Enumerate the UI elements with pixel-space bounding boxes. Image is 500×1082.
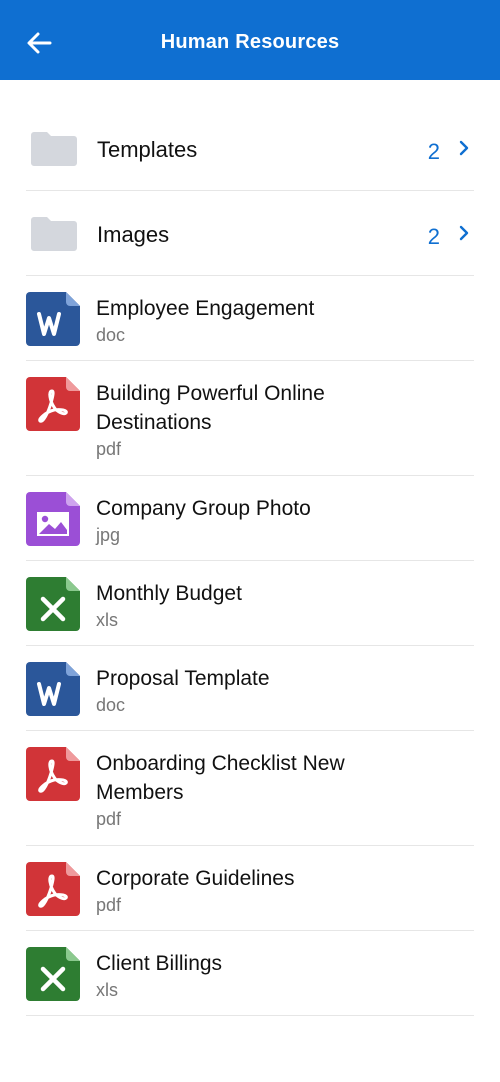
folder-icon [31, 132, 77, 166]
file-row[interactable]: Employee Engagement doc [26, 276, 474, 361]
file-text: Company Group Photo jpg [96, 494, 456, 547]
pdf-icon [26, 747, 80, 801]
folder-name: Templates [97, 137, 198, 162]
file-name: Monthly Budget [96, 582, 242, 605]
file-extension: doc [96, 695, 126, 715]
folder-icon [31, 217, 77, 251]
pdf-icon [26, 377, 80, 431]
folder-count-badge: 2 [427, 224, 440, 249]
file-name: Corporate Guidelines [96, 867, 295, 890]
file-extension: jpg [96, 525, 121, 545]
file-row[interactable]: Monthly Budget xls [26, 561, 474, 646]
file-text: Monthly Budget xls [96, 579, 456, 632]
file-name: Proposal Template [96, 667, 270, 690]
file-text: Employee Engagement doc [96, 294, 456, 347]
file-name: Client Billings [96, 952, 223, 975]
file-list: Templates 2 Images 2 Employee Engagement… [26, 106, 474, 1016]
file-row[interactable]: Onboarding Checklist New Members pdf [26, 731, 474, 846]
file-row[interactable]: Proposal Template doc [26, 646, 474, 731]
file-row[interactable]: Corporate Guidelines pdf [26, 846, 474, 931]
file-name: Onboarding Checklist New Members [96, 752, 345, 804]
word-icon [26, 292, 80, 346]
file-extension: pdf [96, 895, 122, 915]
file-row[interactable]: Building Powerful Online Destinations pd… [26, 361, 474, 476]
word-icon [26, 662, 80, 716]
excel-icon [26, 947, 80, 1001]
folder-row-templates[interactable]: Templates 2 [26, 106, 474, 191]
folder-row-images[interactable]: Images 2 [26, 191, 474, 276]
chevron-right-icon [459, 140, 469, 156]
file-extension: pdf [96, 439, 122, 459]
file-text: Building Powerful Online Destinations pd… [96, 379, 456, 461]
app-header: Human Resources [0, 0, 500, 80]
file-name: Building Powerful Online Destinations [96, 382, 325, 434]
file-text: Onboarding Checklist New Members pdf [96, 749, 456, 831]
excel-icon [26, 577, 80, 631]
chevron-right-icon [459, 225, 469, 241]
page-title: Human Resources [160, 31, 340, 53]
folder-count-badge: 2 [427, 139, 440, 164]
file-text: Client Billings xls [96, 949, 456, 1002]
file-text: Proposal Template doc [96, 664, 456, 717]
file-name: Company Group Photo [96, 497, 311, 520]
file-extension: doc [96, 325, 126, 345]
file-extension: pdf [96, 809, 122, 829]
file-extension: xls [96, 610, 118, 630]
pdf-icon [26, 862, 80, 916]
file-name: Employee Engagement [96, 297, 315, 320]
image-icon [26, 492, 80, 546]
file-row[interactable]: Client Billings xls [26, 931, 474, 1016]
folder-name: Images [97, 222, 170, 247]
file-extension: xls [96, 980, 118, 1000]
file-row[interactable]: Company Group Photo jpg [26, 476, 474, 561]
file-text: Corporate Guidelines pdf [96, 864, 456, 917]
